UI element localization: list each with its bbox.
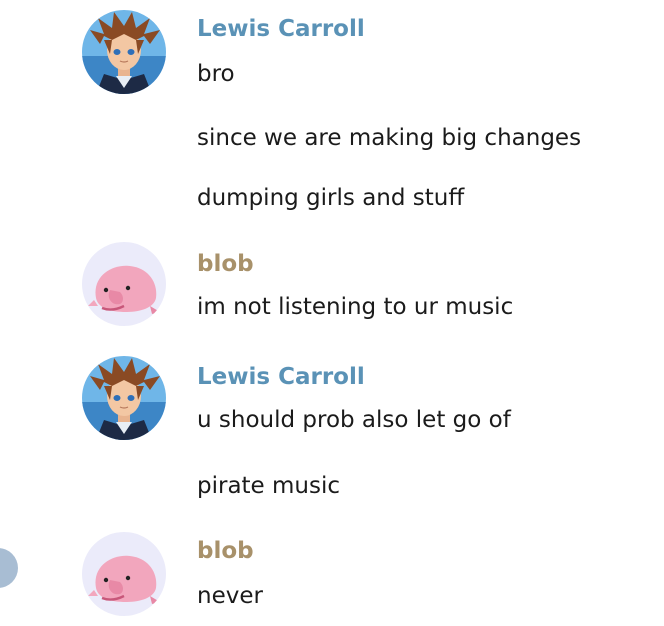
message-text: u should prob also let go of bbox=[197, 407, 511, 433]
blobfish-avatar-icon[interactable] bbox=[82, 532, 166, 616]
message-text: since we are making big changes bbox=[197, 125, 582, 151]
message-text: bro bbox=[197, 61, 235, 87]
username-blob[interactable]: blob bbox=[197, 250, 254, 278]
username-lewis-carroll[interactable]: Lewis Carroll bbox=[197, 15, 365, 43]
username-lewis-carroll[interactable]: Lewis Carroll bbox=[197, 363, 365, 391]
side-scroll-bubble[interactable] bbox=[0, 548, 18, 588]
sora-avatar-icon[interactable] bbox=[82, 356, 166, 440]
message-text: never bbox=[197, 583, 263, 609]
username-blob[interactable]: blob bbox=[197, 537, 254, 565]
message-text: im not listening to ur music bbox=[197, 294, 514, 320]
message-text: dumping girls and stuff bbox=[197, 185, 465, 211]
message-text: pirate music bbox=[197, 473, 341, 499]
sora-avatar-icon[interactable] bbox=[82, 10, 166, 94]
blobfish-avatar-icon[interactable] bbox=[82, 242, 166, 326]
